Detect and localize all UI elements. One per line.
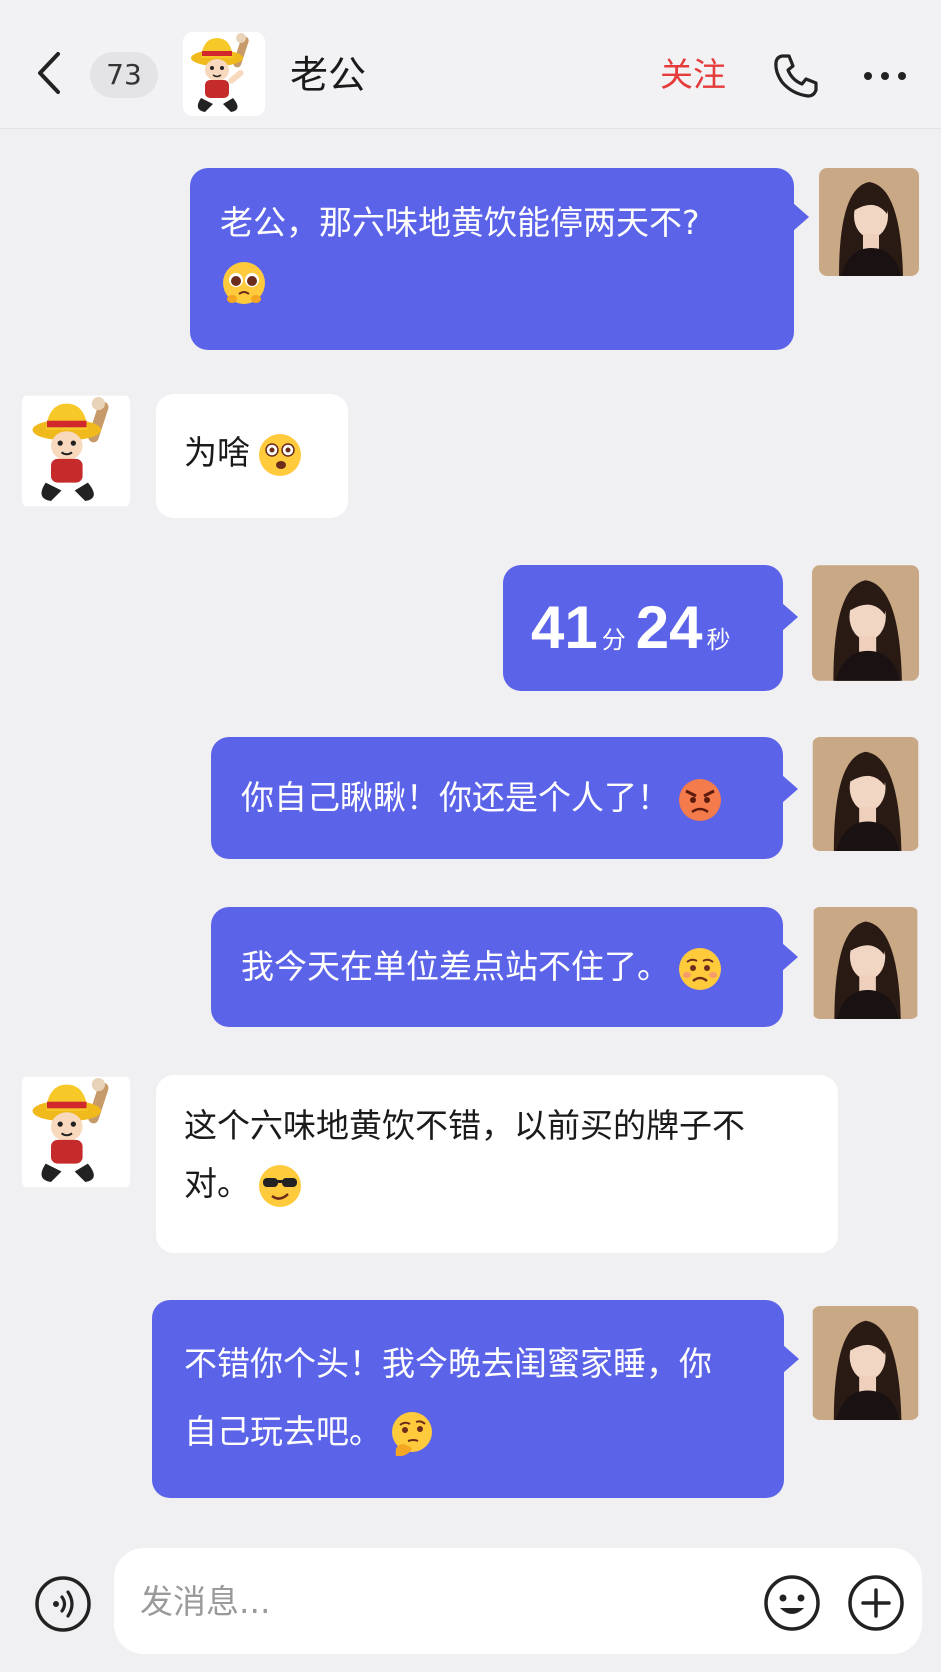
straw-hat-boy-avatar-icon xyxy=(22,1076,130,1188)
timer-second-unit: 秒 xyxy=(706,626,731,654)
woman-avatar-icon xyxy=(812,565,919,681)
woman-avatar-icon xyxy=(812,737,919,851)
contact-name: 老公 xyxy=(290,53,367,97)
surprised-face-emoji-icon xyxy=(259,433,301,476)
message-text: 我今天在单位差点站不住了。 xyxy=(241,947,670,986)
chat-header: 73 老公 关注 xyxy=(0,0,941,129)
message-bubble-outgoing[interactable]: 我今天在单位差点站不住了。 xyxy=(211,907,783,1027)
my-avatar[interactable] xyxy=(812,565,919,681)
straw-hat-boy-avatar-icon xyxy=(183,32,265,116)
message-bubble-outgoing[interactable]: 你自己瞅瞅！你还是个人了！ xyxy=(211,737,783,859)
message-text-line-1: 这个六味地黄饮不错，以前买的牌子不 xyxy=(184,1106,745,1145)
woman-avatar-icon xyxy=(819,168,919,276)
pleading-face-emoji-icon xyxy=(223,261,265,304)
bubble-tail xyxy=(782,775,798,803)
my-avatar[interactable] xyxy=(812,907,919,1019)
add-attachment-icon[interactable] xyxy=(846,1573,906,1633)
my-avatar[interactable] xyxy=(812,737,919,851)
thinking-face-emoji-icon xyxy=(392,1411,432,1456)
message-bubble-outgoing[interactable]: 不错你个头！我今晚去闺蜜家睡，你 自己玩去吧。 xyxy=(152,1300,784,1498)
contact-avatar[interactable] xyxy=(183,32,265,116)
angry-face-emoji-icon xyxy=(679,778,721,821)
bubble-tail xyxy=(782,603,798,631)
message-text-line-2: 自己玩去吧。 xyxy=(184,1412,382,1451)
contact-avatar-in-chat[interactable] xyxy=(22,394,130,508)
woman-avatar-icon xyxy=(812,1306,919,1420)
bubble-tail xyxy=(783,1345,799,1373)
my-avatar[interactable] xyxy=(819,168,919,276)
timer-seconds: 24 xyxy=(635,594,703,661)
message-input-bar xyxy=(0,1530,941,1672)
message-text: 老公，那六味地黄饮能停两天不? xyxy=(220,203,700,242)
bubble-tail xyxy=(793,203,809,231)
woman-avatar-icon xyxy=(813,907,918,1019)
message-text-line-2: 对。 xyxy=(184,1164,250,1203)
timer-minute-unit: 分 xyxy=(601,626,626,654)
message-text: 为啥 xyxy=(184,433,250,472)
timer-minutes: 41 xyxy=(531,594,598,661)
message-bubble-incoming[interactable]: 为啥 xyxy=(156,394,348,518)
follow-button[interactable]: 关注 xyxy=(660,52,726,98)
timer-bubble[interactable]: 41 分 24 秒 xyxy=(503,565,783,691)
straw-hat-boy-avatar-icon xyxy=(22,395,130,507)
my-avatar[interactable] xyxy=(812,1306,919,1420)
voice-input-icon[interactable] xyxy=(34,1575,92,1633)
back-arrow-icon[interactable] xyxy=(30,48,70,98)
bubble-tail xyxy=(782,943,798,971)
sad-face-emoji-icon xyxy=(679,947,721,990)
more-options-icon[interactable] xyxy=(862,62,908,90)
contact-avatar-in-chat[interactable] xyxy=(22,1075,130,1189)
sunglasses-face-emoji-icon xyxy=(259,1164,301,1207)
phone-call-icon[interactable] xyxy=(770,50,822,102)
message-text: 你自己瞅瞅！你还是个人了！ xyxy=(241,778,670,817)
timer-display: 41 分 24 秒 xyxy=(531,594,741,661)
message-bubble-outgoing[interactable]: 老公，那六味地黄饮能停两天不? xyxy=(190,168,794,350)
unread-count-badge[interactable]: 73 xyxy=(90,52,158,98)
emoji-picker-icon[interactable] xyxy=(762,1573,822,1633)
message-bubble-incoming[interactable]: 这个六味地黄饮不错，以前买的牌子不 对。 xyxy=(156,1075,838,1253)
message-text-line-1: 不错你个头！我今晚去闺蜜家睡，你 xyxy=(184,1344,712,1383)
